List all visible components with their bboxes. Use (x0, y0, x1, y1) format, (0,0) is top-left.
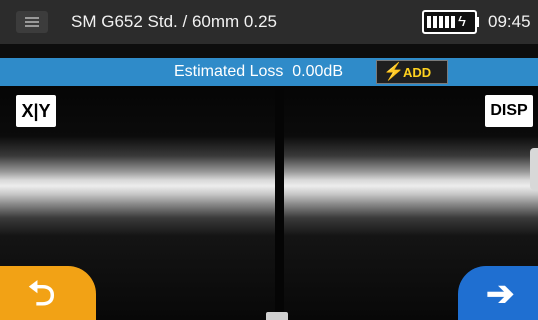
lightning-icon: ⚡ (383, 62, 405, 81)
estimated-loss: Estimated Loss 0.00dB (174, 63, 343, 81)
fiber-gap-line (275, 86, 284, 320)
estimated-loss-label: Estimated Loss (174, 63, 284, 80)
bottom-drawer-handle[interactable] (266, 312, 288, 320)
menu-icon (25, 17, 39, 19)
back-button[interactable]: ⮌ (0, 266, 96, 320)
battery-tip (476, 17, 479, 27)
clock: 09:45 (488, 12, 531, 31)
xy-view-button[interactable]: X|Y (16, 95, 56, 127)
display-button[interactable]: DISP (485, 95, 533, 127)
menu-button[interactable] (16, 11, 48, 33)
right-arrow-icon: ➔ (486, 275, 515, 313)
battery-level (427, 16, 455, 28)
estimated-loss-bar: Estimated Loss 0.00dB ⚡ ADD (0, 58, 538, 86)
status-bar: SM G652 Std. / 60mm 0.25 ϟ 09:45 (0, 0, 538, 44)
splicer-screen: SM G652 Std. / 60mm 0.25 ϟ 09:45 Estimat… (0, 0, 538, 320)
add-arc-label: ADD (403, 65, 432, 80)
estimated-loss-value: 0.00dB (292, 63, 343, 80)
back-arrow-icon: ⮌ (28, 275, 56, 313)
splice-program-title[interactable]: SM G652 Std. / 60mm 0.25 (71, 12, 277, 32)
charging-icon: ϟ (458, 13, 466, 30)
add-arc-button[interactable]: ⚡ ADD (376, 60, 448, 84)
next-button[interactable]: ➔ (458, 266, 538, 320)
display-label: DISP (490, 102, 528, 119)
xy-view-label: X|Y (21, 101, 51, 121)
battery-icon: ϟ (422, 10, 477, 34)
side-panel-handle[interactable] (530, 148, 538, 190)
